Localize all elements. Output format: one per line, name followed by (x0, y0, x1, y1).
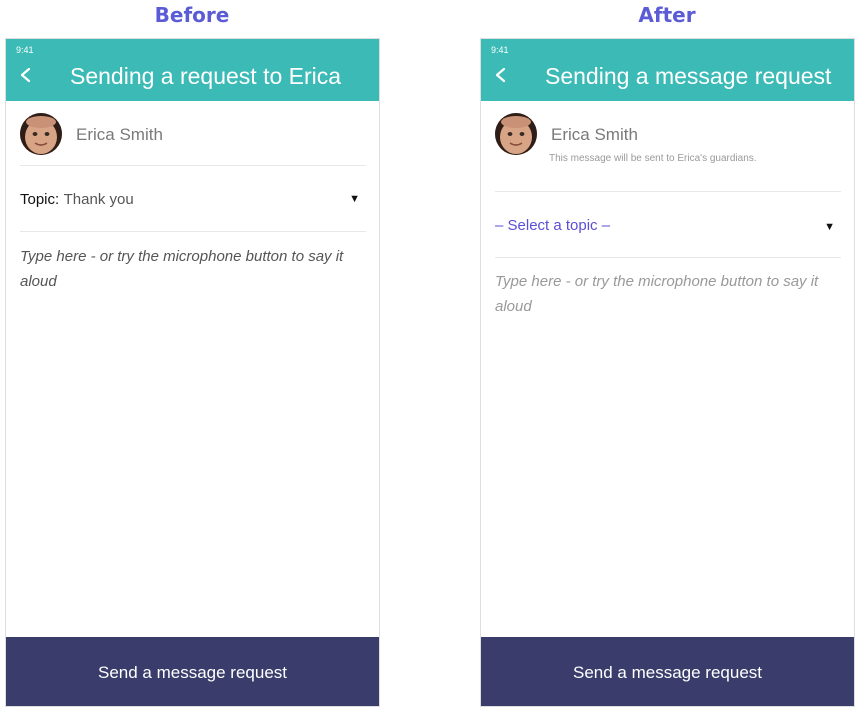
before-caption: Before (154, 3, 230, 27)
dropdown-arrow-icon[interactable]: ▼ (349, 193, 360, 205)
topic-label: Topic: (20, 191, 60, 208)
message-input[interactable]: Type here - or try the microphone button… (495, 269, 835, 319)
page-title: Sending a message request (545, 63, 832, 89)
recipient-note: This message will be sent to Erica's gua… (549, 153, 757, 164)
back-chevron-icon[interactable] (18, 67, 34, 83)
topic-placeholder: – Select a topic – (495, 217, 611, 234)
after-phone-screen: 9:41 Sending a message request Erica Smi… (480, 38, 855, 707)
header-bar: 9:41 Sending a request to Erica (6, 39, 379, 101)
recipient-avatar (20, 113, 62, 155)
status-time: 9:41 (491, 45, 509, 55)
recipient-name: Erica Smith (76, 125, 163, 144)
topic-select[interactable]: – Select a topic – ▼ (495, 217, 841, 237)
after-caption: After (638, 3, 696, 27)
recipient-avatar (495, 113, 537, 155)
recipient-name: Erica Smith (551, 125, 638, 144)
header-bar: 9:41 Sending a message request (481, 39, 854, 101)
divider (20, 231, 366, 232)
topic-value: Thank you (63, 191, 134, 208)
before-phone-screen: 9:41 Sending a request to Erica Erica Sm… (5, 38, 380, 707)
dropdown-arrow-icon[interactable]: ▼ (824, 221, 835, 233)
message-input[interactable]: Type here - or try the microphone button… (20, 244, 360, 294)
page-title: Sending a request to Erica (70, 63, 342, 89)
back-chevron-icon[interactable] (493, 67, 509, 83)
divider (495, 191, 841, 192)
status-time: 9:41 (16, 45, 34, 55)
divider (20, 165, 366, 166)
topic-select[interactable]: Topic: Thank you ▼ (20, 191, 366, 211)
send-message-request-button[interactable]: Send a message request (481, 637, 854, 706)
send-message-request-button[interactable]: Send a message request (6, 637, 379, 706)
divider (495, 257, 841, 258)
